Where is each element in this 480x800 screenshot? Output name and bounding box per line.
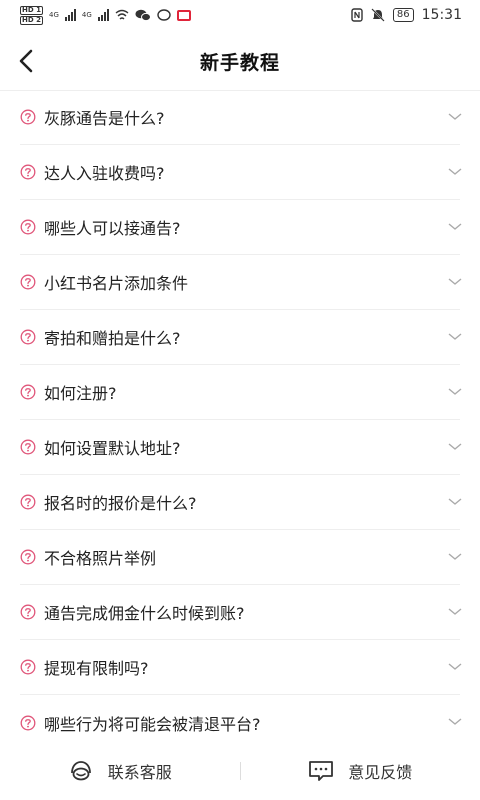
faq-question: 灰豚通告是什么? xyxy=(44,109,165,128)
faq-item[interactable]: 提现有限制吗? xyxy=(20,640,462,695)
back-button[interactable] xyxy=(10,44,42,78)
chevron-down-icon[interactable] xyxy=(448,497,462,506)
faq-question: 达人入驻收费吗? xyxy=(44,164,165,183)
chat-bubble-icon xyxy=(157,8,171,21)
headset-icon xyxy=(70,761,91,781)
question-circle-icon xyxy=(20,659,36,675)
faq-item[interactable]: 灰豚通告是什么? xyxy=(20,90,462,145)
question-circle-icon xyxy=(20,439,36,455)
chevron-left-icon[interactable] xyxy=(18,49,34,73)
faq-question: 哪些人可以接通告? xyxy=(44,219,181,238)
chevron-down-icon[interactable] xyxy=(448,222,462,231)
status-time: 15:31 xyxy=(421,7,462,23)
chevron-down-icon[interactable] xyxy=(448,717,462,726)
page-title: 新手教程 xyxy=(199,51,280,74)
signal-icon-2 xyxy=(97,9,109,21)
faq-item[interactable]: 不合格照片举例 xyxy=(20,530,462,585)
question-circle-icon xyxy=(20,109,36,125)
nfc-icon xyxy=(351,8,363,22)
chevron-down-icon[interactable] xyxy=(448,552,462,561)
wifi-icon xyxy=(115,9,129,20)
chevron-down-icon[interactable] xyxy=(448,332,462,341)
question-circle-icon xyxy=(20,164,36,180)
faq-item[interactable]: 如何注册? xyxy=(20,365,462,420)
status-left: HD 1 HD 2 4G 4G xyxy=(20,5,191,25)
status-right: 86 15:31 xyxy=(351,7,462,23)
network-label-1: 4G xyxy=(48,10,59,19)
contact-service-label: 联系客服 xyxy=(107,763,172,782)
question-circle-icon xyxy=(20,329,36,345)
header: 新手教程 xyxy=(0,30,480,92)
faq-item[interactable]: 达人入驻收费吗? xyxy=(20,145,462,200)
chevron-down-icon[interactable] xyxy=(448,662,462,671)
chevron-down-icon[interactable] xyxy=(448,607,462,616)
question-circle-icon xyxy=(20,549,36,565)
faq-item[interactable]: 报名时的报价是什么? xyxy=(20,475,462,530)
faq-question: 如何设置默认地址? xyxy=(44,439,181,458)
bottom-bar: 联系客服 意见反馈 xyxy=(0,742,480,800)
notification-icon xyxy=(176,9,191,21)
faq-item[interactable]: 寄拍和赠拍是什么? xyxy=(20,310,462,365)
wechat-icon xyxy=(135,9,151,21)
faq-question: 如何注册? xyxy=(44,384,117,403)
faq-item[interactable]: 通告完成佣金什么时候到账? xyxy=(20,585,462,640)
faq-item[interactable]: 小红书名片添加条件 xyxy=(20,255,462,310)
faq-question: 通告完成佣金什么时候到账? xyxy=(44,604,245,623)
signal-icon xyxy=(64,9,76,21)
question-circle-icon xyxy=(20,274,36,290)
faq-item[interactable]: 哪些人可以接通告? xyxy=(20,200,462,255)
message-icon xyxy=(309,761,334,781)
chevron-down-icon[interactable] xyxy=(448,167,462,176)
faq-question: 哪些行为将可能会被清退平台? xyxy=(44,714,261,734)
faq-question: 不合格照片举例 xyxy=(44,549,157,568)
question-circle-icon xyxy=(20,219,36,235)
chevron-down-icon[interactable] xyxy=(448,112,462,121)
chevron-down-icon[interactable] xyxy=(448,277,462,286)
question-circle-icon xyxy=(20,604,36,620)
faq-question: 提现有限制吗? xyxy=(44,659,149,678)
network-label-2: 4G xyxy=(81,10,92,19)
question-circle-icon xyxy=(20,494,36,510)
faq-question: 报名时的报价是什么? xyxy=(44,494,197,513)
question-circle-icon xyxy=(20,384,36,400)
chevron-down-icon[interactable] xyxy=(448,442,462,451)
hd-badges: HD 1 HD 2 xyxy=(20,5,43,25)
faq-question: 寄拍和赠拍是什么? xyxy=(44,329,181,348)
question-circle-icon xyxy=(20,715,36,730)
status-bar: HD 1 HD 2 4G 4G 86 15:31 xyxy=(0,0,480,30)
hd-badge-2: HD 2 xyxy=(20,15,43,25)
hd-badge-1: HD 1 xyxy=(20,5,43,15)
feedback-label: 意见反馈 xyxy=(348,763,413,782)
faq-item[interactable]: 如何设置默认地址? xyxy=(20,420,462,475)
contact-service-button[interactable]: 联系客服 xyxy=(0,742,240,800)
battery-icon: 86 xyxy=(392,8,414,22)
mute-icon xyxy=(371,8,385,22)
feedback-button[interactable]: 意见反馈 xyxy=(241,742,480,800)
faq-question: 小红书名片添加条件 xyxy=(44,274,189,293)
faq-list: 灰豚通告是什么? 达人入驻收费吗? 哪些人可以接通告? 小红书名片添加条件 寄拍… xyxy=(20,90,462,750)
chevron-down-icon[interactable] xyxy=(448,387,462,396)
